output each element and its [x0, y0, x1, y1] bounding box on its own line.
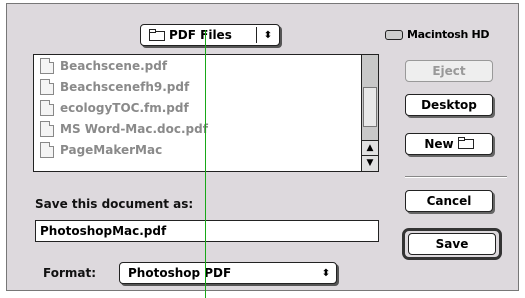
button-divider — [405, 176, 507, 178]
save-button[interactable]: Save — [408, 233, 496, 255]
pdf-file-icon — [40, 120, 54, 137]
hard-disk-icon — [385, 29, 403, 40]
popup-stepper-icon: ⬍ — [321, 267, 331, 279]
file-item[interactable]: Beachscenefh9.pdf — [34, 76, 362, 97]
pdf-file-icon — [40, 141, 54, 158]
folder-icon — [149, 29, 165, 41]
format-value: Photoshop PDF — [128, 266, 232, 280]
format-popup[interactable]: Photoshop PDF ⬍ — [119, 262, 337, 284]
file-item[interactable]: MS Word-Mac.doc.pdf — [34, 118, 362, 139]
vertical-scrollbar[interactable]: ▲ ▼ — [361, 55, 378, 171]
scroll-thumb[interactable] — [363, 87, 377, 127]
save-prompt-label: Save this document as: — [35, 197, 194, 211]
format-label: Format: — [43, 266, 97, 280]
file-name: Beachscenefh9.pdf — [60, 79, 190, 94]
new-folder-button[interactable]: New — [405, 133, 493, 155]
file-list[interactable]: Beachscene.pdf Beachscenefh9.pdf ecology… — [33, 54, 379, 172]
file-name: ecologyTOC.fm.pdf — [60, 100, 189, 115]
cancel-button[interactable]: Cancel — [405, 190, 493, 212]
file-item[interactable]: ecologyTOC.fm.pdf — [34, 97, 362, 118]
volume-indicator: Macintosh HD — [385, 28, 490, 41]
pdf-file-icon — [40, 57, 54, 74]
eject-button[interactable]: Eject — [405, 60, 493, 82]
file-list-rows: Beachscene.pdf Beachscenefh9.pdf ecology… — [34, 55, 362, 171]
desktop-button[interactable]: Desktop — [405, 94, 493, 116]
filename-input[interactable]: PhotoshopMac.pdf — [35, 220, 379, 242]
file-name: Beachscene.pdf — [60, 58, 168, 73]
popup-stepper-icon: ⬍ — [256, 27, 279, 43]
file-name: PageMakerMac — [60, 142, 163, 157]
alignment-guide-line — [205, 30, 206, 298]
folder-popup-label: PDF Files — [169, 28, 232, 42]
file-name: MS Word-Mac.doc.pdf — [60, 121, 208, 136]
file-item[interactable]: Beachscene.pdf — [34, 55, 362, 76]
volume-label: Macintosh HD — [407, 28, 490, 41]
pdf-file-icon — [40, 78, 54, 95]
pdf-file-icon — [40, 99, 54, 116]
new-folder-icon — [457, 136, 474, 152]
folder-popup[interactable]: PDF Files ⬍ — [140, 24, 280, 46]
file-item[interactable]: PageMakerMac — [34, 139, 362, 160]
save-dialog: PDF Files ⬍ Macintosh HD Beachscene.pdf … — [6, 3, 519, 291]
scroll-up-arrow-icon[interactable]: ▲ — [362, 140, 378, 156]
scroll-down-arrow-icon[interactable]: ▼ — [362, 155, 378, 171]
new-folder-label: New — [424, 137, 454, 151]
